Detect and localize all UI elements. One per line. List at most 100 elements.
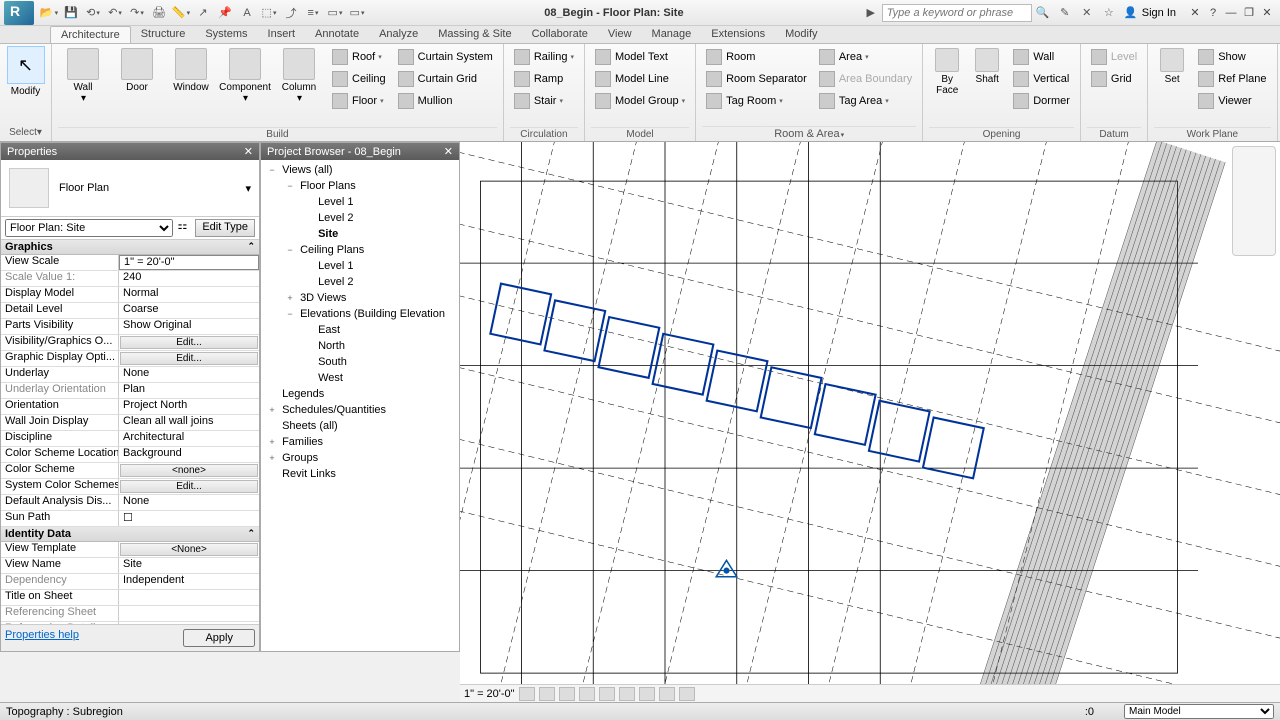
tab-collaborate[interactable]: Collaborate	[522, 26, 598, 43]
prop-row[interactable]: Color Scheme<none>	[1, 463, 259, 479]
tree-node[interactable]: South	[263, 354, 457, 370]
prop-row[interactable]: View Template<None>	[1, 542, 259, 558]
undo-icon[interactable]: ↶	[105, 3, 125, 23]
tree-node[interactable]: West	[263, 370, 457, 386]
ceiling-button[interactable]: Ceiling	[328, 68, 390, 90]
curtain-system-button[interactable]: Curtain System	[394, 46, 497, 68]
properties-close-icon[interactable]: ✕	[244, 145, 253, 158]
wall-opening-button[interactable]: Wall	[1009, 46, 1074, 68]
tree-node[interactable]: + Groups	[263, 450, 457, 466]
tab-systems[interactable]: Systems	[195, 26, 257, 43]
tree-node[interactable]: + 3D Views	[263, 290, 457, 306]
model-line-button[interactable]: Model Line	[591, 68, 689, 90]
workset-select[interactable]: Main Model	[1124, 704, 1274, 719]
door-button[interactable]: Door	[112, 46, 162, 95]
tree-node[interactable]: Level 2	[263, 274, 457, 290]
prop-row[interactable]: View NameSite	[1, 558, 259, 574]
edit-type-button[interactable]: Edit Type	[195, 219, 255, 237]
shaft-button[interactable]: Shaft	[969, 46, 1005, 87]
close-views-icon[interactable]: ▭	[325, 3, 345, 23]
browser-close-icon[interactable]: ✕	[444, 145, 453, 158]
view-cube[interactable]	[1232, 146, 1276, 256]
railing-button[interactable]: Railing	[510, 46, 578, 68]
floor-button[interactable]: Floor	[328, 90, 390, 112]
search-icon[interactable]: 🔍	[1033, 3, 1053, 23]
search-input[interactable]	[882, 4, 1032, 22]
modify-button[interactable]: ↖	[7, 46, 45, 84]
tree-node[interactable]: − Views (all)	[263, 162, 457, 178]
3d-icon[interactable]: ⬚	[259, 3, 279, 23]
apply-button[interactable]: Apply	[183, 629, 255, 647]
open-icon[interactable]: 📂	[39, 3, 59, 23]
curtain-grid-button[interactable]: Curtain Grid	[394, 68, 497, 90]
stair-button[interactable]: Stair	[510, 90, 578, 112]
prop-row[interactable]: Parts VisibilityShow Original	[1, 319, 259, 335]
tab-structure[interactable]: Structure	[131, 26, 196, 43]
comm-icon[interactable]: ✎	[1055, 3, 1075, 23]
filter-icon[interactable]: ⚏	[177, 219, 187, 237]
detail-level-icon[interactable]	[519, 687, 535, 701]
exchange-icon[interactable]: ✕	[1186, 4, 1204, 22]
prop-row[interactable]: Display ModelNormal	[1, 287, 259, 303]
help-icon[interactable]: ?	[1204, 4, 1222, 22]
user-icon[interactable]: 👤	[1121, 3, 1141, 23]
instance-select[interactable]: Floor Plan: Site	[5, 219, 173, 237]
tree-node[interactable]: East	[263, 322, 457, 338]
app-icon[interactable]	[4, 1, 34, 25]
drawing-canvas[interactable]: 1" = 20'-0"	[460, 142, 1280, 702]
tree-node[interactable]: − Ceiling Plans	[263, 242, 457, 258]
switch-windows-icon[interactable]: ▭	[347, 3, 367, 23]
model-group-button[interactable]: Model Group	[591, 90, 689, 112]
prop-row[interactable]: UnderlayNone	[1, 367, 259, 383]
close-window-icon[interactable]: ✕	[1258, 4, 1276, 22]
tab-analyze[interactable]: Analyze	[369, 26, 428, 43]
sun-path-icon[interactable]	[559, 687, 575, 701]
maximize-icon[interactable]: ❐	[1240, 4, 1258, 22]
grid-button[interactable]: Grid	[1087, 68, 1141, 90]
prop-row[interactable]: Scale Value 1:240	[1, 271, 259, 287]
print-icon[interactable]: 🖨	[149, 3, 169, 23]
prop-row[interactable]: Graphic Display Opti...Edit...	[1, 351, 259, 367]
set-button[interactable]: Set	[1154, 46, 1190, 87]
prop-row[interactable]: Color Scheme LocationBackground	[1, 447, 259, 463]
prop-row[interactable]: System Color SchemesEdit...	[1, 479, 259, 495]
align-icon[interactable]: ↗	[193, 3, 213, 23]
tree-node[interactable]: Revit Links	[263, 466, 457, 482]
prop-category[interactable]: Graphics	[1, 240, 259, 255]
key-icon[interactable]: ✕	[1077, 3, 1097, 23]
prop-row[interactable]: Wall Join DisplayClean all wall joins	[1, 415, 259, 431]
model-text-button[interactable]: Model Text	[591, 46, 689, 68]
sync-icon[interactable]: ⟲	[83, 3, 103, 23]
redo-icon[interactable]: ↷	[127, 3, 147, 23]
tab-insert[interactable]: Insert	[258, 26, 306, 43]
info-icon[interactable]: ▶	[861, 3, 881, 23]
crop-region-icon[interactable]	[619, 687, 635, 701]
prop-row[interactable]: Sun Path☐	[1, 511, 259, 527]
tab-architecture[interactable]: Architecture	[50, 26, 131, 43]
mullion-button[interactable]: Mullion	[394, 90, 497, 112]
show-button[interactable]: Show	[1194, 46, 1270, 68]
area-boundary-button[interactable]: Area Boundary	[815, 68, 916, 90]
prop-category[interactable]: Identity Data	[1, 527, 259, 542]
roof-button[interactable]: Roof	[328, 46, 390, 68]
scale-display[interactable]: 1" = 20'-0"	[464, 688, 515, 700]
lock-icon[interactable]	[639, 687, 655, 701]
browser-tree[interactable]: − Views (all)− Floor Plans Level 1 Level…	[261, 160, 459, 651]
hide-icon[interactable]	[659, 687, 675, 701]
crop-icon[interactable]	[599, 687, 615, 701]
pin-icon[interactable]: 📌	[215, 3, 235, 23]
wall-button[interactable]: Wall▾	[58, 46, 108, 106]
tab-view[interactable]: View	[598, 26, 642, 43]
text-icon[interactable]: A	[237, 3, 257, 23]
tab-manage[interactable]: Manage	[642, 26, 702, 43]
tree-node[interactable]: Sheets (all)	[263, 418, 457, 434]
room-separator-button[interactable]: Room Separator	[702, 68, 811, 90]
signin-link[interactable]: Sign In	[1142, 7, 1176, 19]
prop-row[interactable]: Detail LevelCoarse	[1, 303, 259, 319]
tree-node[interactable]: North	[263, 338, 457, 354]
properties-help-link[interactable]: Properties help	[5, 629, 79, 647]
tag-room-button[interactable]: Tag Room	[702, 90, 811, 112]
shadow-icon[interactable]	[579, 687, 595, 701]
level-button[interactable]: Level	[1087, 46, 1141, 68]
tab-massing-site[interactable]: Massing & Site	[428, 26, 521, 43]
